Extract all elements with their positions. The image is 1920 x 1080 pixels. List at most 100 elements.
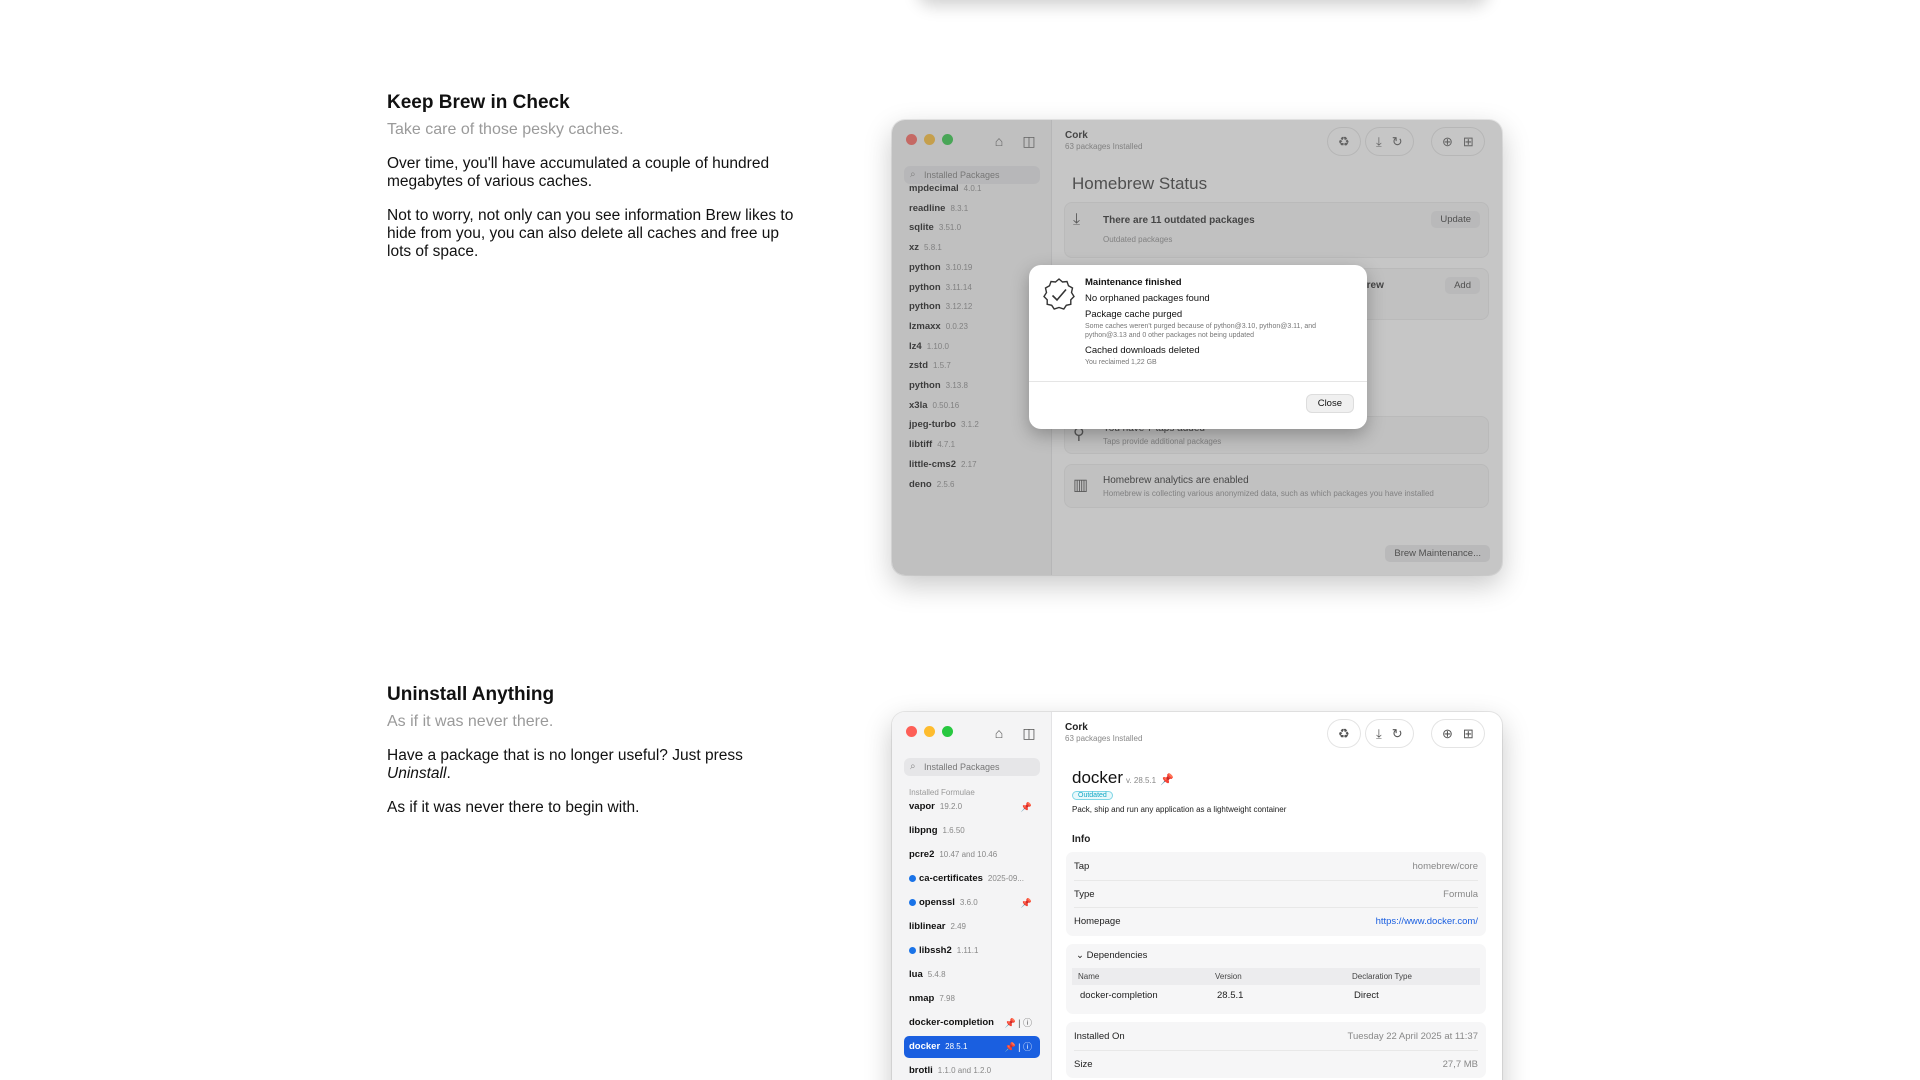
close-button[interactable]: Close <box>1306 395 1353 412</box>
zoom-window-button[interactable] <box>942 726 953 737</box>
cork-window-package-detail: ⌕ Installed Packages Installed Formulae v… <box>892 712 1502 1080</box>
status-dot-icon <box>909 874 916 882</box>
homepage-row: Homepage https://www.docker.com/ <box>1074 907 1478 934</box>
feature-paragraph: Have a package that is no longer useful?… <box>387 747 807 783</box>
package-name: docker <box>909 1041 941 1052</box>
column-header: Version <box>1215 972 1242 981</box>
pin-icon: 📌 <box>1020 898 1032 908</box>
package-version: 2025-09... <box>987 874 1024 883</box>
cork-window-maintenance: ⌕ Installed Packages mpdecimal 4.0.1 readli… <box>892 120 1502 575</box>
uninstall-emphasis: Uninstall <box>387 765 447 782</box>
sidebar-package-item[interactable]: docker-completion 📌 | ⓘ <box>904 1012 1040 1034</box>
status-dot-icon <box>909 946 916 954</box>
sidebar-package-item[interactable]: liblinear 2.49 <box>904 916 1040 938</box>
toolbar-actions: ♻ <box>1328 720 1360 747</box>
toolbar-actions-3: ⊕ ⊞ <box>1432 720 1484 747</box>
sidebar-package-item[interactable]: lua 5.4.8 <box>904 964 1040 986</box>
minimize-window-button[interactable] <box>924 726 935 737</box>
app-title: Cork <box>1065 722 1088 733</box>
chevron-down-icon: ⌄ <box>1076 950 1087 961</box>
size-value: 27,7 MB <box>1442 1059 1478 1070</box>
pin-icon: 📌 <box>1160 774 1174 786</box>
feature-subtitle: As if it was never there. <box>387 713 554 730</box>
toolbar-actions-2: ⤓ ↻ <box>1366 720 1413 747</box>
feature-title: Uninstall Anything <box>387 684 555 705</box>
feature-title: Keep Brew in Check <box>387 92 570 113</box>
dialog-line: No orphaned packages found <box>1085 293 1210 304</box>
sidebar-package-item[interactable]: openssl 3.6.0 📌 <box>904 892 1040 914</box>
refresh-icon[interactable]: ↻ <box>1392 726 1403 742</box>
package-version: 5.4.8 <box>927 970 946 979</box>
homepage-link[interactable]: https://www.docker.com/ <box>1376 908 1478 935</box>
package-name: docker <box>1072 768 1124 787</box>
package-name: vapor <box>909 801 935 812</box>
home-icon[interactable]: ⌂ <box>990 724 1008 742</box>
pin-icon: 📌 | ⓘ <box>1004 1018 1032 1028</box>
add-package-icon[interactable]: ⊞ <box>1463 726 1474 742</box>
text-part: Have a package that is no longer useful?… <box>387 747 743 764</box>
feature-subtitle: Take care of those pesky caches. <box>387 121 624 138</box>
window-controls <box>906 726 953 737</box>
outdated-badge: Outdated <box>1072 791 1113 800</box>
package-name: openssl <box>919 897 955 908</box>
type-value: Formula <box>1443 889 1478 900</box>
dialog-title: Maintenance finished <box>1085 277 1182 288</box>
status-dot-icon <box>909 898 916 906</box>
dep-version: 28.5.1 <box>1217 990 1244 1001</box>
sidebar-toggle-icon[interactable]: ◫ <box>1020 724 1038 742</box>
download-icon[interactable]: ⤓ <box>1376 726 1382 742</box>
dialog-divider <box>1029 381 1367 382</box>
package-description: Pack, ship and run any application as a … <box>1072 805 1287 814</box>
search-input[interactable]: ⌕ Installed Packages <box>904 758 1040 776</box>
dependencies-toggle[interactable]: ⌄ Dependencies <box>1076 950 1147 961</box>
feature-keep-brew: Keep Brew in Check Take care of those pe… <box>387 92 807 261</box>
size-row: Size 27,7 MB <box>1074 1050 1478 1077</box>
maintenance-icon[interactable]: ♻ <box>1338 726 1350 742</box>
sidebar-package-item[interactable]: pcre2 10.47 and 10.46 <box>904 844 1040 866</box>
dialog-line: Cached downloads deleted <box>1085 345 1200 356</box>
search-icon: ⌕ <box>910 761 916 772</box>
package-version: 1.11.1 <box>956 946 979 955</box>
sidebar-package-item[interactable]: libssh2 1.11.1 <box>904 940 1040 962</box>
package-version: v. 28.5.1 <box>1126 776 1157 785</box>
sidebar-package-item[interactable]: brotli 1.1.0 and 1.2.0 <box>904 1060 1040 1080</box>
column-header: Name <box>1078 972 1100 981</box>
package-version: 28.5.1 <box>945 1042 968 1051</box>
package-name: nmap <box>909 993 935 1004</box>
sidebar-package-item[interactable]: ca-certificates 2025-09... <box>904 868 1040 890</box>
info-box: Tap homebrew/core Type Formula Homepage htt… <box>1066 852 1486 936</box>
pin-icon: 📌 | ⓘ <box>1004 1042 1032 1052</box>
feature-paragraph: As if it was never there to begin with. <box>387 799 640 816</box>
package-version: 7.98 <box>939 994 955 1003</box>
app-subtitle: 63 packages Installed <box>1065 734 1143 743</box>
checkmark-badge-icon <box>1043 278 1075 310</box>
feature-paragraph: Over time, you'll have accumulated a cou… <box>387 155 770 190</box>
installed-on-value: Tuesday 22 April 2025 at 11:37 <box>1347 1031 1478 1042</box>
tap-row: Tap homebrew/core <box>1074 853 1478 880</box>
package-version: 2.49 <box>950 922 967 931</box>
package-name: libssh2 <box>919 945 952 956</box>
package-version: 3.6.0 <box>959 898 978 907</box>
column-header: Declaration Type <box>1352 972 1412 981</box>
dependencies-box: ⌄ Dependencies Name Version Declaration … <box>1066 944 1486 1014</box>
installed-on-label: Installed On <box>1074 1031 1125 1042</box>
maintenance-dialog: Maintenance finished No orphaned package… <box>1029 265 1367 429</box>
sidebar-package-item[interactable]: docker 28.5.1 📌 | ⓘ <box>904 1036 1040 1058</box>
package-version: 1.1.0 and 1.2.0 <box>937 1066 992 1075</box>
type-label: Type <box>1074 889 1095 900</box>
feature-uninstall: Uninstall Anything As if it was never th… <box>387 684 807 817</box>
tap-value: homebrew/core <box>1412 861 1478 872</box>
add-tap-icon[interactable]: ⊕ <box>1442 726 1453 742</box>
package-name: libpng <box>909 825 938 836</box>
package-name: pcre2 <box>909 849 935 860</box>
close-window-button[interactable] <box>906 726 917 737</box>
package-version: 10.47 and 10.46 <box>939 850 998 859</box>
installed-on-row: Installed On Tuesday 22 April 2025 at 11:… <box>1074 1023 1478 1050</box>
sidebar-package-item[interactable]: nmap 7.98 <box>904 988 1040 1010</box>
sidebar-package-item[interactable]: vapor 19.2.0 📌 <box>904 796 1040 818</box>
dialog-subline: Some caches weren't purged because of py… <box>1085 323 1317 339</box>
sidebar: ⌕ Installed Packages Installed Formulae v… <box>892 712 1052 1080</box>
size-label: Size <box>1074 1059 1093 1070</box>
sidebar-package-item[interactable]: libpng 1.6.50 <box>904 820 1040 842</box>
package-name: liblinear <box>909 921 946 932</box>
